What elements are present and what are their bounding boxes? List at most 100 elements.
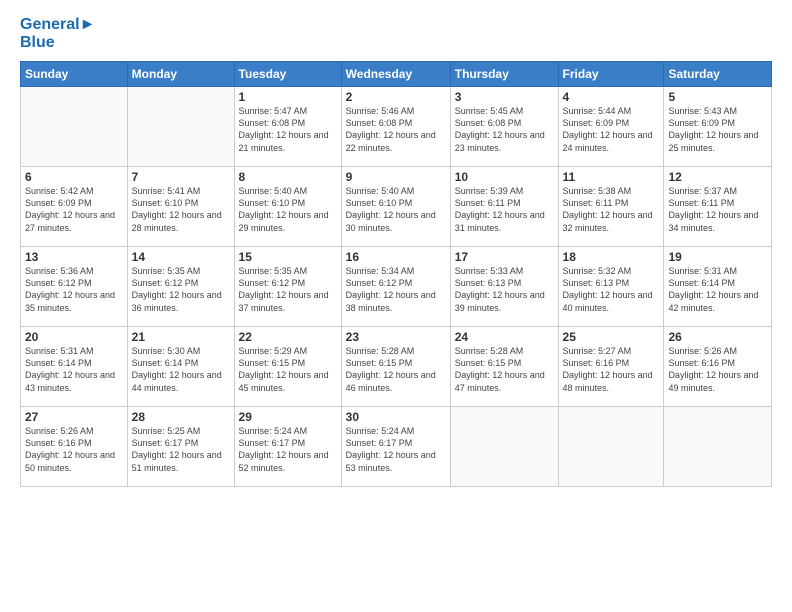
calendar-cell [558, 407, 664, 487]
day-number: 5 [668, 90, 767, 104]
days-header-row: SundayMondayTuesdayWednesdayThursdayFrid… [21, 62, 772, 87]
day-number: 27 [25, 410, 123, 424]
day-number: 28 [132, 410, 230, 424]
day-number: 9 [346, 170, 446, 184]
day-number: 29 [239, 410, 337, 424]
cell-info: Sunrise: 5:43 AMSunset: 6:09 PMDaylight:… [668, 105, 767, 154]
calendar-cell: 3Sunrise: 5:45 AMSunset: 6:08 PMDaylight… [450, 87, 558, 167]
day-number: 13 [25, 250, 123, 264]
cell-info: Sunrise: 5:25 AMSunset: 6:17 PMDaylight:… [132, 425, 230, 474]
cell-info: Sunrise: 5:40 AMSunset: 6:10 PMDaylight:… [239, 185, 337, 234]
day-number: 6 [25, 170, 123, 184]
day-number: 26 [668, 330, 767, 344]
cell-info: Sunrise: 5:26 AMSunset: 6:16 PMDaylight:… [668, 345, 767, 394]
day-number: 11 [563, 170, 660, 184]
calendar-cell: 24Sunrise: 5:28 AMSunset: 6:15 PMDayligh… [450, 327, 558, 407]
logo-text: General►Blue [20, 16, 95, 51]
cell-info: Sunrise: 5:37 AMSunset: 6:11 PMDaylight:… [668, 185, 767, 234]
day-number: 7 [132, 170, 230, 184]
day-header-saturday: Saturday [664, 62, 772, 87]
cell-info: Sunrise: 5:39 AMSunset: 6:11 PMDaylight:… [455, 185, 554, 234]
week-row-2: 6Sunrise: 5:42 AMSunset: 6:09 PMDaylight… [21, 167, 772, 247]
calendar-cell: 23Sunrise: 5:28 AMSunset: 6:15 PMDayligh… [341, 327, 450, 407]
day-number: 25 [563, 330, 660, 344]
cell-info: Sunrise: 5:32 AMSunset: 6:13 PMDaylight:… [563, 265, 660, 314]
calendar-cell: 9Sunrise: 5:40 AMSunset: 6:10 PMDaylight… [341, 167, 450, 247]
cell-info: Sunrise: 5:35 AMSunset: 6:12 PMDaylight:… [132, 265, 230, 314]
day-header-thursday: Thursday [450, 62, 558, 87]
calendar-cell [21, 87, 128, 167]
calendar-cell: 25Sunrise: 5:27 AMSunset: 6:16 PMDayligh… [558, 327, 664, 407]
cell-info: Sunrise: 5:38 AMSunset: 6:11 PMDaylight:… [563, 185, 660, 234]
calendar-cell: 30Sunrise: 5:24 AMSunset: 6:17 PMDayligh… [341, 407, 450, 487]
calendar-cell: 16Sunrise: 5:34 AMSunset: 6:12 PMDayligh… [341, 247, 450, 327]
cell-info: Sunrise: 5:30 AMSunset: 6:14 PMDaylight:… [132, 345, 230, 394]
calendar-cell: 19Sunrise: 5:31 AMSunset: 6:14 PMDayligh… [664, 247, 772, 327]
cell-info: Sunrise: 5:26 AMSunset: 6:16 PMDaylight:… [25, 425, 123, 474]
calendar-cell [127, 87, 234, 167]
calendar-cell: 7Sunrise: 5:41 AMSunset: 6:10 PMDaylight… [127, 167, 234, 247]
logo: General Blue General►Blue [20, 16, 95, 51]
cell-info: Sunrise: 5:24 AMSunset: 6:17 PMDaylight:… [346, 425, 446, 474]
calendar-cell: 26Sunrise: 5:26 AMSunset: 6:16 PMDayligh… [664, 327, 772, 407]
cell-info: Sunrise: 5:27 AMSunset: 6:16 PMDaylight:… [563, 345, 660, 394]
calendar-cell [664, 407, 772, 487]
day-number: 15 [239, 250, 337, 264]
calendar-cell: 14Sunrise: 5:35 AMSunset: 6:12 PMDayligh… [127, 247, 234, 327]
day-number: 19 [668, 250, 767, 264]
day-number: 12 [668, 170, 767, 184]
calendar-cell: 17Sunrise: 5:33 AMSunset: 6:13 PMDayligh… [450, 247, 558, 327]
cell-info: Sunrise: 5:31 AMSunset: 6:14 PMDaylight:… [668, 265, 767, 314]
day-number: 30 [346, 410, 446, 424]
calendar-cell: 6Sunrise: 5:42 AMSunset: 6:09 PMDaylight… [21, 167, 128, 247]
cell-info: Sunrise: 5:40 AMSunset: 6:10 PMDaylight:… [346, 185, 446, 234]
calendar-table: SundayMondayTuesdayWednesdayThursdayFrid… [20, 61, 772, 487]
calendar-cell: 11Sunrise: 5:38 AMSunset: 6:11 PMDayligh… [558, 167, 664, 247]
day-number: 3 [455, 90, 554, 104]
cell-info: Sunrise: 5:41 AMSunset: 6:10 PMDaylight:… [132, 185, 230, 234]
cell-info: Sunrise: 5:33 AMSunset: 6:13 PMDaylight:… [455, 265, 554, 314]
calendar-cell: 13Sunrise: 5:36 AMSunset: 6:12 PMDayligh… [21, 247, 128, 327]
day-header-tuesday: Tuesday [234, 62, 341, 87]
day-number: 22 [239, 330, 337, 344]
day-number: 8 [239, 170, 337, 184]
calendar-cell: 18Sunrise: 5:32 AMSunset: 6:13 PMDayligh… [558, 247, 664, 327]
day-header-sunday: Sunday [21, 62, 128, 87]
calendar-cell: 1Sunrise: 5:47 AMSunset: 6:08 PMDaylight… [234, 87, 341, 167]
cell-info: Sunrise: 5:47 AMSunset: 6:08 PMDaylight:… [239, 105, 337, 154]
cell-info: Sunrise: 5:24 AMSunset: 6:17 PMDaylight:… [239, 425, 337, 474]
calendar-cell: 5Sunrise: 5:43 AMSunset: 6:09 PMDaylight… [664, 87, 772, 167]
day-number: 20 [25, 330, 123, 344]
cell-info: Sunrise: 5:42 AMSunset: 6:09 PMDaylight:… [25, 185, 123, 234]
day-number: 18 [563, 250, 660, 264]
day-number: 1 [239, 90, 337, 104]
calendar-cell: 2Sunrise: 5:46 AMSunset: 6:08 PMDaylight… [341, 87, 450, 167]
cell-info: Sunrise: 5:34 AMSunset: 6:12 PMDaylight:… [346, 265, 446, 314]
calendar-cell: 10Sunrise: 5:39 AMSunset: 6:11 PMDayligh… [450, 167, 558, 247]
day-header-monday: Monday [127, 62, 234, 87]
calendar-cell: 4Sunrise: 5:44 AMSunset: 6:09 PMDaylight… [558, 87, 664, 167]
calendar-cell: 29Sunrise: 5:24 AMSunset: 6:17 PMDayligh… [234, 407, 341, 487]
cell-info: Sunrise: 5:28 AMSunset: 6:15 PMDaylight:… [346, 345, 446, 394]
calendar-cell: 15Sunrise: 5:35 AMSunset: 6:12 PMDayligh… [234, 247, 341, 327]
calendar-cell: 21Sunrise: 5:30 AMSunset: 6:14 PMDayligh… [127, 327, 234, 407]
day-number: 4 [563, 90, 660, 104]
calendar-cell [450, 407, 558, 487]
day-number: 23 [346, 330, 446, 344]
calendar-cell: 8Sunrise: 5:40 AMSunset: 6:10 PMDaylight… [234, 167, 341, 247]
cell-info: Sunrise: 5:29 AMSunset: 6:15 PMDaylight:… [239, 345, 337, 394]
cell-info: Sunrise: 5:35 AMSunset: 6:12 PMDaylight:… [239, 265, 337, 314]
calendar-cell: 27Sunrise: 5:26 AMSunset: 6:16 PMDayligh… [21, 407, 128, 487]
calendar-page: General Blue General►Blue SundayMondayTu… [0, 0, 792, 612]
cell-info: Sunrise: 5:28 AMSunset: 6:15 PMDaylight:… [455, 345, 554, 394]
day-number: 10 [455, 170, 554, 184]
calendar-cell: 12Sunrise: 5:37 AMSunset: 6:11 PMDayligh… [664, 167, 772, 247]
cell-info: Sunrise: 5:45 AMSunset: 6:08 PMDaylight:… [455, 105, 554, 154]
cell-info: Sunrise: 5:31 AMSunset: 6:14 PMDaylight:… [25, 345, 123, 394]
day-number: 14 [132, 250, 230, 264]
day-header-wednesday: Wednesday [341, 62, 450, 87]
day-header-friday: Friday [558, 62, 664, 87]
week-row-3: 13Sunrise: 5:36 AMSunset: 6:12 PMDayligh… [21, 247, 772, 327]
calendar-cell: 20Sunrise: 5:31 AMSunset: 6:14 PMDayligh… [21, 327, 128, 407]
day-number: 16 [346, 250, 446, 264]
